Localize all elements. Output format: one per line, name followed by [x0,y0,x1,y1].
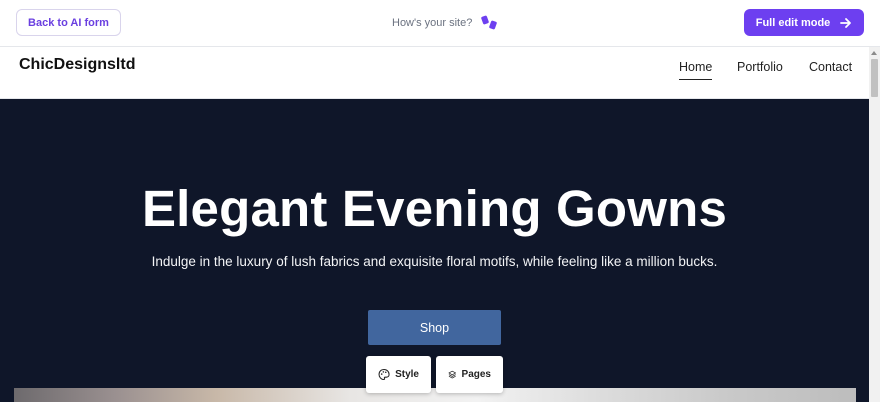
hero-title: Elegant Evening Gowns [141,180,728,237]
arrow-right-icon [840,17,852,28]
full-edit-mode-button[interactable]: Full edit mode [744,9,864,36]
full-edit-label: Full edit mode [755,16,831,29]
layers-icon [448,370,456,379]
nav-contact[interactable]: Contact [809,60,852,74]
palette-icon [378,368,390,381]
page-scrollbar[interactable] [869,47,880,402]
thumbs-up-down-icon[interactable] [481,15,499,31]
feedback-question: How's your site? [392,17,473,29]
shop-button[interactable]: Shop [368,310,501,345]
nav-home[interactable]: Home [679,60,713,80]
pages-button-label: Pages [461,369,491,380]
scroll-up-arrow-icon[interactable] [871,51,877,55]
style-button-label: Style [395,369,419,380]
editor-toolbar: Back to AI form How's your site? Full ed… [0,0,880,47]
back-button-label: Back to AI form [28,16,109,29]
hero-subtitle: Indulge in the luxury of lush fabrics an… [151,254,718,269]
site-header: ChicDesignsltd Home Portfolio Contact [0,48,869,99]
site-feedback: How's your site? [392,14,499,32]
brand-logo[interactable]: ChicDesignsltd [19,56,135,74]
floating-tools: Style Pages [366,356,503,393]
back-to-ai-form-button[interactable]: Back to AI form [16,9,121,36]
scrollbar-thumb[interactable] [871,59,878,97]
nav-portfolio[interactable]: Portfolio [737,60,783,74]
shop-button-label: Shop [419,320,450,335]
style-button[interactable]: Style [366,356,431,393]
pages-button[interactable]: Pages [436,356,503,393]
hero-section: Elegant Evening Gowns Indulge in the lux… [0,99,869,402]
